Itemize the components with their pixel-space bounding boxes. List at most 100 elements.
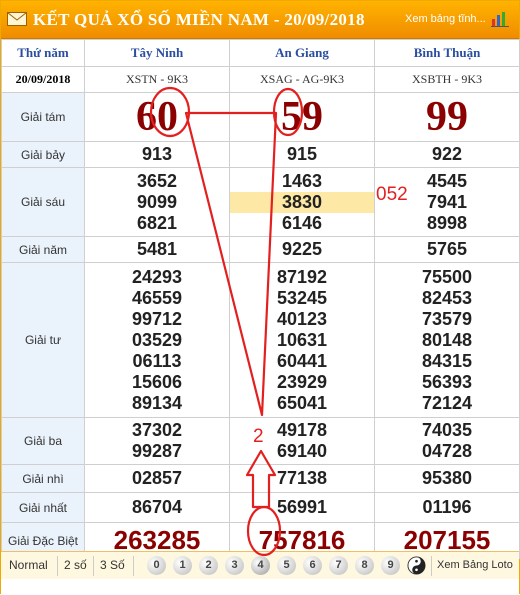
prize-value: 89134 bbox=[131, 392, 183, 413]
prize-value: 915 bbox=[229, 141, 375, 168]
prize-row: Giải nhất 86704 56991 01196 bbox=[1, 492, 520, 523]
prize-value: 9225 bbox=[229, 236, 375, 263]
prize-value: 99287 bbox=[131, 441, 183, 461]
prize-value: 02857 bbox=[84, 464, 230, 493]
page-title: KẾT QUẢ XỔ SỐ MIỀN NAM - 20/09/2018 bbox=[33, 10, 365, 29]
prize-value: 49178 bbox=[276, 420, 328, 440]
prize-value: 03529 bbox=[131, 329, 183, 350]
prize-cell: 37302 99287 bbox=[84, 417, 230, 465]
prize-value: 913 bbox=[84, 141, 230, 168]
province-an-giang[interactable]: An Giang bbox=[229, 39, 375, 67]
view-loto-link[interactable]: Xem Bảng Loto bbox=[437, 559, 513, 571]
prize-label: Giải tám bbox=[1, 92, 85, 142]
footer-space bbox=[1, 579, 519, 595]
prize-value: 99 bbox=[374, 92, 520, 142]
prize-value: 46559 bbox=[131, 287, 183, 308]
prize-value: 59 bbox=[229, 92, 375, 142]
prize-cell: 87192 53245 40123 10631 60441 23929 6504… bbox=[229, 262, 375, 418]
prize-value: 23929 bbox=[276, 371, 328, 392]
option-normal[interactable]: Normal bbox=[9, 558, 48, 572]
prize-label: Giải nhất bbox=[1, 492, 85, 523]
digit-ball-7[interactable]: 7 bbox=[329, 556, 348, 575]
prize-value: 04728 bbox=[421, 441, 473, 461]
option-3-digits[interactable]: 3 Số bbox=[100, 558, 125, 572]
handwritten-note: 052 bbox=[376, 184, 408, 205]
prize-value: 8998 bbox=[426, 212, 468, 233]
prize-label: Giải tư bbox=[1, 262, 85, 418]
prize-label: Giải nhì bbox=[1, 464, 85, 493]
option-2-digits[interactable]: 2 số bbox=[64, 558, 87, 572]
view-static-table-link[interactable]: Xem bảng tĩnh... bbox=[405, 13, 486, 25]
prize-value: 922 bbox=[374, 141, 520, 168]
prize-value: 95380 bbox=[374, 464, 520, 493]
prize-value: 1463 bbox=[281, 170, 323, 191]
prize-value: 10631 bbox=[276, 329, 328, 350]
prize-value: 82453 bbox=[421, 287, 473, 308]
title-bar: KẾT QUẢ XỔ SỐ MIỀN NAM - 20/09/2018 Xem … bbox=[1, 1, 519, 39]
divider bbox=[57, 556, 58, 576]
handwritten-note: 2 bbox=[253, 426, 264, 447]
prize-value: 74035 bbox=[421, 420, 473, 440]
mail-icon bbox=[7, 12, 27, 26]
digit-ball-8[interactable]: 8 bbox=[355, 556, 374, 575]
prize-cell: 3652 9099 6821 bbox=[84, 167, 230, 237]
weekday-label: Thứ năm bbox=[1, 39, 85, 67]
prize-value: 99712 bbox=[131, 308, 183, 329]
prize-value: 80148 bbox=[421, 329, 473, 350]
prize-cell: 74035 04728 bbox=[374, 417, 520, 465]
prize-value: 75500 bbox=[421, 266, 473, 287]
digit-ball-0[interactable]: 0 bbox=[147, 556, 166, 575]
prize-row: Giải bảy 913 915 922 bbox=[1, 141, 520, 168]
prize-value: 72124 bbox=[421, 392, 473, 413]
prize-value: 15606 bbox=[131, 371, 183, 392]
digit-ball-4[interactable]: 4 bbox=[251, 556, 270, 575]
prize-value: 40123 bbox=[276, 308, 328, 329]
divider bbox=[431, 556, 432, 576]
prize-value: 9099 bbox=[136, 191, 178, 212]
prize-value: 5765 bbox=[374, 236, 520, 263]
prize-value: 24293 bbox=[131, 266, 183, 287]
digit-ball-5[interactable]: 5 bbox=[277, 556, 296, 575]
draw-date: 20/09/2018 bbox=[1, 66, 85, 93]
prize-value: 6146 bbox=[281, 212, 323, 233]
prize-value: 3652 bbox=[136, 170, 178, 191]
code-tay-ninh: XSTN - 9K3 bbox=[84, 66, 230, 93]
province-header-row: Thứ năm Tây Ninh An Giang Bình Thuận bbox=[1, 39, 520, 67]
prize-row: Giải tám 60 59 99 bbox=[1, 92, 520, 142]
code-an-giang: XSAG - AG-9K3 bbox=[229, 66, 375, 93]
prize-value: 73579 bbox=[421, 308, 473, 329]
prize-row: Giải sáu 3652 9099 6821 1463 3830 6146 4… bbox=[1, 167, 520, 237]
divider bbox=[93, 556, 94, 576]
bar-chart-icon[interactable] bbox=[491, 11, 509, 27]
filter-toolbar: Normal 2 số 3 Số 0 1 2 3 4 5 6 7 8 9 Xem… bbox=[1, 551, 519, 579]
divider bbox=[133, 556, 134, 576]
prize-value: 06113 bbox=[132, 350, 182, 371]
prize-value: 87192 bbox=[276, 266, 328, 287]
highlighted-prize-value: 3830 bbox=[230, 191, 374, 213]
prize-row: Giải nhì 02857 77138 95380 bbox=[1, 464, 520, 493]
prize-cell: 24293 46559 99712 03529 06113 15606 8913… bbox=[84, 262, 230, 418]
code-row: 20/09/2018 XSTN - 9K3 XSAG - AG-9K3 XSBT… bbox=[1, 66, 520, 93]
digit-ball-3[interactable]: 3 bbox=[225, 556, 244, 575]
code-binh-thuan: XSBTH - 9K3 bbox=[374, 66, 520, 93]
prize-value: 86704 bbox=[84, 492, 230, 523]
digit-ball-1[interactable]: 1 bbox=[173, 556, 192, 575]
prize-value: 6821 bbox=[136, 212, 178, 233]
prize-label: Giải bảy bbox=[1, 141, 85, 168]
digit-ball-6[interactable]: 6 bbox=[303, 556, 322, 575]
prize-value: 56393 bbox=[421, 371, 473, 392]
yin-yang-icon[interactable] bbox=[407, 556, 426, 575]
prize-label: Giải sáu bbox=[1, 167, 85, 237]
prize-value: 5481 bbox=[84, 236, 230, 263]
prize-value: 65041 bbox=[276, 392, 328, 413]
prize-row: Giải năm 5481 9225 5765 bbox=[1, 236, 520, 263]
result-panel: KẾT QUẢ XỔ SỐ MIỀN NAM - 20/09/2018 Xem … bbox=[0, 0, 520, 595]
digit-ball-2[interactable]: 2 bbox=[199, 556, 218, 575]
prize-value: 69140 bbox=[276, 441, 328, 461]
digit-ball-9[interactable]: 9 bbox=[381, 556, 400, 575]
province-binh-thuan[interactable]: Bình Thuận bbox=[374, 39, 520, 67]
prize-value: 37302 bbox=[131, 420, 183, 440]
prize-value: 53245 bbox=[276, 287, 328, 308]
prize-value: 60441 bbox=[276, 350, 328, 371]
province-tay-ninh[interactable]: Tây Ninh bbox=[84, 39, 230, 67]
